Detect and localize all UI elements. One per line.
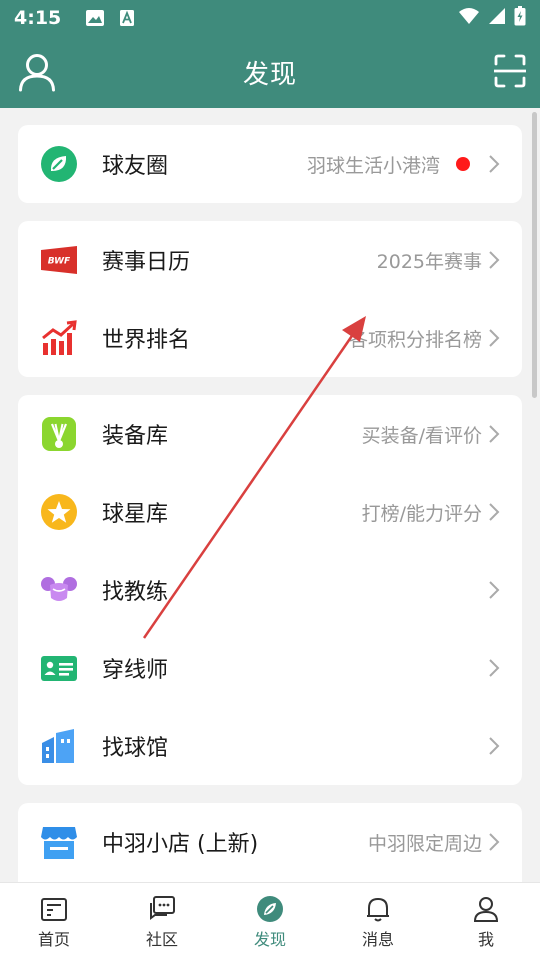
wifi-icon xyxy=(458,7,480,29)
chevron-right-icon xyxy=(489,581,500,599)
ranking-chart-icon xyxy=(42,320,77,355)
row-subtitle: 各项积分排名榜 xyxy=(348,328,482,351)
chevron-right-icon xyxy=(489,503,500,521)
signal-icon xyxy=(488,7,506,29)
row-subtitle: 羽球生活小港湾 xyxy=(306,154,440,177)
bell-icon xyxy=(367,897,389,921)
shop-icon xyxy=(41,827,77,859)
discover-list[interactable]: 球友圈 羽球生活小港湾 BWF 赛事日历 2025年赛事 世界排名 各项积分排名… xyxy=(0,108,540,882)
chevron-right-icon xyxy=(489,155,500,173)
row-find-venue[interactable]: 找球馆 xyxy=(18,707,522,785)
card-services: 装备库 买装备/看评价 球星库 打榜/能力评分 找教练 穿线师 找球馆 xyxy=(18,395,522,785)
id-card-icon xyxy=(41,656,77,681)
row-subtitle: 2025年赛事 xyxy=(376,250,482,273)
home-news-icon xyxy=(41,897,67,921)
row-subtitle: 中羽限定周边 xyxy=(367,832,482,855)
tab-discover[interactable]: 发现 xyxy=(216,883,324,960)
chevron-right-icon xyxy=(489,329,500,347)
status-right-icons xyxy=(458,6,526,30)
row-label: 赛事日历 xyxy=(102,250,191,275)
discover-compass-icon xyxy=(257,895,283,922)
status-bar: 4:15 xyxy=(0,0,540,36)
tab-label: 发现 xyxy=(253,929,286,949)
chevron-right-icon xyxy=(489,833,500,851)
scan-icon xyxy=(492,54,528,88)
row-find-coach[interactable]: 找教练 xyxy=(18,551,522,629)
row-equipment[interactable]: 装备库 买装备/看评价 xyxy=(18,395,522,473)
tab-label: 首页 xyxy=(37,929,70,949)
row-shop[interactable]: 中羽小店 (上新) 中羽限定周边 xyxy=(18,803,522,881)
svg-text:BWF: BWF xyxy=(48,257,71,267)
tab-messages[interactable]: 消息 xyxy=(324,883,432,960)
row-label: 球友圈 xyxy=(102,154,169,179)
tab-label: 社区 xyxy=(145,929,178,949)
row-subtitle: 买装备/看评价 xyxy=(361,424,482,447)
tab-label: 我 xyxy=(477,929,494,949)
tab-community[interactable]: 社区 xyxy=(108,883,216,960)
row-label: 中羽小店 (上新) xyxy=(102,832,259,857)
user-outline-icon xyxy=(19,54,55,92)
scrollbar[interactable] xyxy=(532,112,537,398)
bottom-tab-bar: 首页 社区 发现 消息 我 xyxy=(0,882,540,960)
row-event-calendar[interactable]: BWF 赛事日历 2025年赛事 xyxy=(18,221,522,299)
app-header: 发现 xyxy=(0,36,540,108)
row-label: 穿线师 xyxy=(102,658,169,683)
row-subtitle: 打榜/能力评分 xyxy=(361,502,482,525)
row-ball-friends[interactable]: 球友圈 羽球生活小港湾 xyxy=(18,125,522,203)
chevron-right-icon xyxy=(489,659,500,677)
chevron-right-icon xyxy=(489,737,500,755)
card-shop: 中羽小店 (上新) 中羽限定周边 xyxy=(18,803,522,882)
scan-button[interactable] xyxy=(492,54,528,88)
row-label: 装备库 xyxy=(102,424,169,449)
row-label: 找教练 xyxy=(102,580,169,605)
row-stringer[interactable]: 穿线师 xyxy=(18,629,522,707)
community-chat-icon xyxy=(150,895,175,920)
battery-icon xyxy=(514,6,526,30)
row-star-players[interactable]: 球星库 打榜/能力评分 xyxy=(18,473,522,551)
tab-me[interactable]: 我 xyxy=(432,883,540,960)
bwf-logo-icon: BWF xyxy=(41,246,77,274)
leaf-circle-icon xyxy=(41,146,77,182)
card-community: 球友圈 羽球生活小港湾 xyxy=(18,125,522,203)
row-world-ranking[interactable]: 世界排名 各项积分排名榜 xyxy=(18,299,522,377)
muscle-icon xyxy=(41,577,77,601)
profile-button[interactable] xyxy=(18,52,56,92)
row-label: 找球馆 xyxy=(102,736,169,761)
tab-label: 消息 xyxy=(361,929,394,949)
unread-badge xyxy=(456,157,470,171)
star-circle-icon xyxy=(41,494,77,530)
row-label: 球星库 xyxy=(102,502,169,527)
chevron-right-icon xyxy=(489,251,500,269)
card-events: BWF 赛事日历 2025年赛事 世界排名 各项积分排名榜 xyxy=(18,221,522,377)
gallery-icon xyxy=(85,9,105,27)
chevron-right-icon xyxy=(489,425,500,443)
page-title: 发现 xyxy=(242,59,297,90)
shuttlecock-icon xyxy=(42,417,76,451)
row-label: 世界排名 xyxy=(102,328,191,353)
font-a-icon xyxy=(117,9,137,27)
person-icon xyxy=(473,896,499,922)
tab-home[interactable]: 首页 xyxy=(0,883,108,960)
building-icon xyxy=(42,729,74,763)
status-time: 4:15 xyxy=(14,7,62,29)
